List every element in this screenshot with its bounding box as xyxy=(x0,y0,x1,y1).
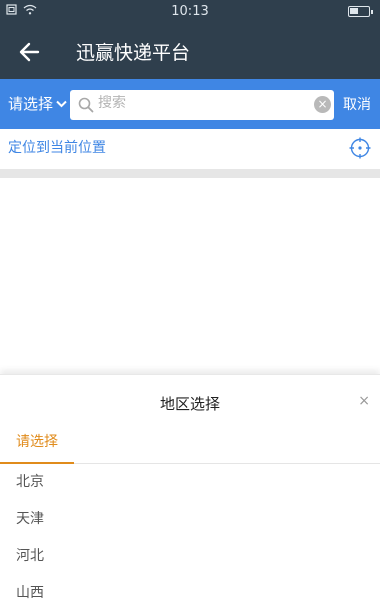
tab-please-select[interactable]: 请选择 xyxy=(0,429,74,464)
close-icon[interactable]: × xyxy=(358,393,370,409)
cancel-button[interactable]: 取消 xyxy=(343,94,371,114)
section-divider xyxy=(0,169,380,178)
list-item[interactable]: 天津 xyxy=(0,501,380,538)
search-box: × xyxy=(70,90,334,120)
sheet-title: 地区选择 xyxy=(159,395,220,413)
nav-bar: 迅赢快递平台 xyxy=(0,24,380,79)
region-dropdown[interactable]: 请选择 xyxy=(8,93,67,114)
region-list: 北京 天津 河北 山西 xyxy=(0,464,380,612)
locate-current-position-link[interactable]: 定位到当前位置 xyxy=(8,137,106,157)
region-picker-sheet: 地区选择 × 请选择 北京 天津 河北 山西 xyxy=(0,374,380,614)
list-item[interactable]: 河北 xyxy=(0,538,380,575)
locate-row: 定位到当前位置 xyxy=(0,129,380,169)
clear-search-icon[interactable]: × xyxy=(314,96,331,113)
page-title: 迅赢快递平台 xyxy=(76,42,191,64)
status-bar: 10:13 xyxy=(0,0,380,24)
region-dropdown-label: 请选择 xyxy=(8,95,54,113)
list-item[interactable]: 北京 xyxy=(0,464,380,501)
back-arrow-icon[interactable] xyxy=(16,38,44,66)
chevron-down-icon xyxy=(56,100,67,107)
search-bar: 请选择 × 取消 xyxy=(0,79,380,129)
search-icon xyxy=(78,97,94,113)
status-time: 10:13 xyxy=(171,4,209,19)
battery-icon xyxy=(348,6,373,17)
search-input[interactable] xyxy=(98,95,298,111)
region-tabs: 请选择 xyxy=(0,429,380,464)
map-area[interactable] xyxy=(0,178,380,374)
list-item[interactable]: 山西 xyxy=(0,575,380,612)
location-target-icon[interactable] xyxy=(349,137,371,159)
